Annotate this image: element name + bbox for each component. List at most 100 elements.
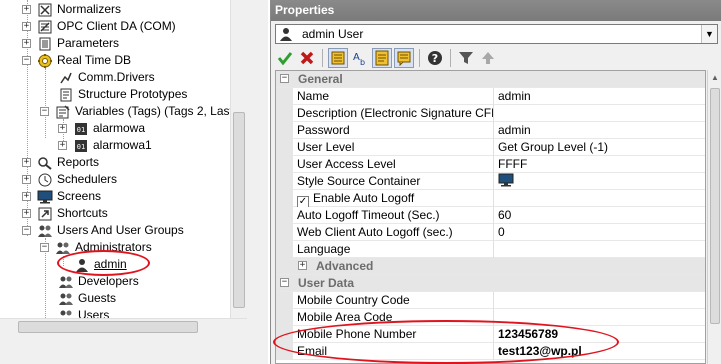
move-up-icon[interactable]	[478, 48, 498, 68]
property-value[interactable]: admin	[498, 122, 703, 139]
schedulers-icon	[37, 172, 53, 188]
property-row-enable-auto-logoff[interactable]: ✓ Enable Auto Logoff	[276, 190, 705, 207]
property-value[interactable]: admin	[498, 88, 703, 105]
category-user-data[interactable]: − User Data	[276, 275, 705, 292]
expand-icon[interactable]: +	[22, 158, 31, 167]
expand-icon[interactable]: +	[58, 124, 67, 133]
screens-icon	[37, 189, 53, 205]
property-row-name[interactable]: Name admin	[276, 88, 705, 105]
tree-vertical-scrollbar[interactable]	[230, 0, 247, 318]
tree-horizontal-scrollbar[interactable]	[0, 318, 247, 335]
expand-icon[interactable]: +	[22, 22, 31, 31]
chevron-down-icon[interactable]: ▼	[701, 25, 717, 43]
expand-icon[interactable]: +	[22, 192, 31, 201]
property-row-style-source-container[interactable]: Style Source Container	[276, 173, 705, 190]
property-name: Name	[297, 88, 494, 105]
tree-item-screens[interactable]: + Screens	[22, 188, 101, 205]
tree-item-comm-drivers[interactable]: Comm.Drivers	[58, 69, 155, 86]
property-value[interactable]: test123@wp.pl	[498, 343, 703, 360]
svg-text:01: 01	[77, 143, 85, 151]
property-value[interactable]: 123456789	[498, 326, 703, 343]
collapse-icon[interactable]: −	[22, 56, 31, 65]
pane-splitter[interactable]	[247, 0, 268, 364]
property-value[interactable]	[498, 190, 703, 207]
property-value[interactable]: 60	[498, 207, 703, 224]
tree-item-admin[interactable]: admin	[74, 256, 127, 273]
property-value[interactable]	[498, 105, 703, 122]
collapse-icon[interactable]: −	[22, 226, 31, 235]
property-row-password[interactable]: Password admin	[276, 122, 705, 139]
tree-guide-line	[63, 256, 64, 266]
property-name: User Access Level	[297, 156, 494, 173]
category-advanced[interactable]: + Advanced	[276, 258, 705, 275]
property-row-user-access-level[interactable]: User Access Level FFFF	[276, 156, 705, 173]
collapse-icon[interactable]: −	[280, 74, 289, 83]
expand-icon[interactable]: +	[58, 141, 67, 150]
tree-item-structure-prototypes[interactable]: Structure Prototypes	[58, 86, 187, 103]
collapse-icon[interactable]: −	[40, 243, 49, 252]
expand-icon[interactable]: +	[22, 209, 31, 218]
property-name-with-checkbox: ✓ Enable Auto Logoff	[297, 190, 494, 207]
tree-item-alarmowa1[interactable]: + 01 alarmowa1	[58, 137, 152, 154]
enable-auto-logoff-checkbox[interactable]: ✓	[297, 196, 309, 207]
tree-item-label: Parameters	[57, 36, 120, 50]
checkmark-icon[interactable]	[275, 48, 295, 68]
tree-item-shortcuts[interactable]: + Shortcuts	[22, 205, 108, 222]
alphabetical-icon[interactable]: Ab	[350, 48, 370, 68]
expand-icon[interactable]: +	[22, 5, 31, 14]
property-row-language[interactable]: Language	[276, 241, 705, 258]
expand-icon[interactable]: +	[22, 39, 31, 48]
help-icon[interactable]: ?	[425, 48, 445, 68]
tree-item-realtime-db[interactable]: − Real Time DB	[22, 52, 131, 69]
property-row-user-level[interactable]: User Level Get Group Level (-1)	[276, 139, 705, 156]
collapse-icon[interactable]: −	[40, 107, 49, 116]
expand-icon[interactable]: +	[22, 175, 31, 184]
property-grid-scrollbar[interactable]: ▲	[707, 70, 721, 364]
scrollbar-thumb[interactable]	[710, 88, 720, 324]
tree-item-opc-client[interactable]: + OPC Client DA (COM)	[22, 18, 176, 35]
property-value[interactable]	[498, 241, 703, 258]
property-name: Password	[297, 122, 494, 139]
scroll-up-icon[interactable]: ▲	[708, 70, 721, 86]
property-row-web-client-auto-logoff[interactable]: Web Client Auto Logoff (sec.) 0	[276, 224, 705, 241]
collapse-icon[interactable]: −	[280, 278, 289, 287]
toolbar-separator	[450, 49, 451, 67]
property-value[interactable]	[498, 173, 703, 190]
object-selector[interactable]: admin User ▼	[275, 24, 718, 44]
property-value[interactable]: Get Group Level (-1)	[498, 139, 703, 156]
tree-item-administrators[interactable]: − Administrators	[40, 239, 152, 256]
tree-item-label: Users And User Groups	[57, 223, 184, 237]
property-value[interactable]: 0	[498, 224, 703, 241]
property-row-mobile-country-code[interactable]: Mobile Country Code	[276, 292, 705, 309]
tree-item-parameters[interactable]: + Parameters	[22, 35, 119, 52]
property-row-email[interactable]: Email test123@wp.pl	[276, 343, 705, 360]
categorized-icon[interactable]	[328, 48, 348, 68]
property-value[interactable]	[498, 292, 703, 309]
property-row-auto-logoff-timeout[interactable]: Auto Logoff Timeout (Sec.) 60	[276, 207, 705, 224]
property-row-mobile-phone-number[interactable]: Mobile Phone Number 123456789	[276, 326, 705, 343]
tree-item-developers[interactable]: Developers	[58, 273, 139, 290]
tree-item-normalizers[interactable]: + Normalizers	[22, 1, 121, 18]
notes-icon[interactable]	[394, 48, 414, 68]
filter-icon[interactable]	[456, 48, 476, 68]
category-general[interactable]: − General	[276, 71, 705, 88]
property-row-description[interactable]: Description (Electronic Signature CFR21)	[276, 105, 705, 122]
tree-item-users-and-groups[interactable]: − Users And User Groups	[22, 222, 184, 239]
tree-item-alarmowa[interactable]: + 01 alarmowa	[58, 120, 145, 137]
tree-item-label: Screens	[57, 189, 102, 203]
screen-icon	[498, 173, 514, 187]
delete-icon[interactable]	[297, 48, 317, 68]
property-name: Mobile Phone Number	[297, 326, 494, 343]
property-value[interactable]	[498, 309, 703, 326]
tree-item-schedulers[interactable]: + Schedulers	[22, 171, 117, 188]
tree-item-reports[interactable]: + Reports	[22, 154, 99, 171]
property-name: Enable Auto Logoff	[313, 191, 415, 205]
expand-icon[interactable]: +	[298, 261, 307, 270]
tree-item-guests[interactable]: Guests	[58, 290, 116, 307]
scrollbar-thumb[interactable]	[233, 112, 245, 308]
properties-page-icon[interactable]	[372, 48, 392, 68]
tree-item-variables[interactable]: − Variables (Tags) (Tags 2, Last I	[40, 103, 240, 120]
property-value[interactable]: FFFF	[498, 156, 703, 173]
scrollbar-thumb[interactable]	[18, 321, 198, 333]
property-row-mobile-area-code[interactable]: Mobile Area Code	[276, 309, 705, 326]
